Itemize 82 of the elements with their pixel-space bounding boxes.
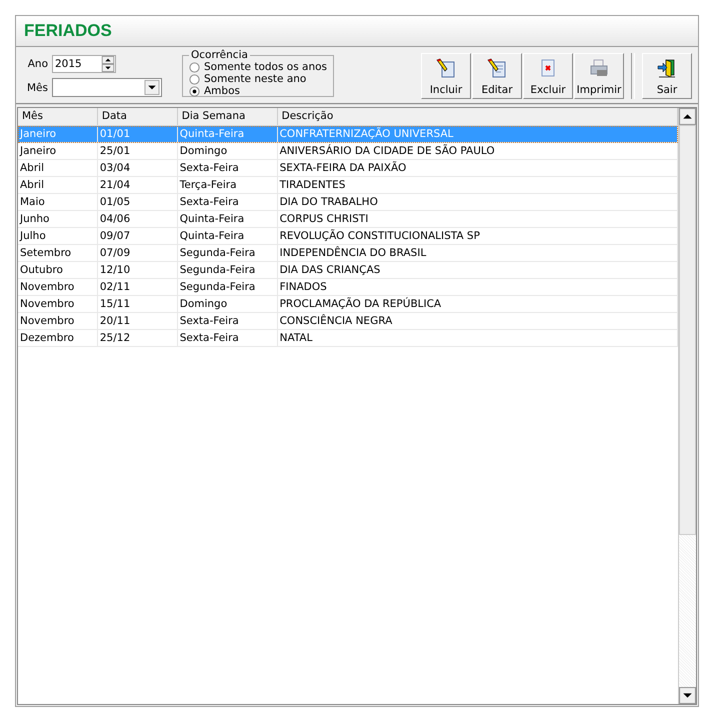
table-cell: 07/09 — [98, 245, 178, 261]
table-cell: Maio — [18, 194, 98, 210]
toolbar-button[interactable]: Excluir — [523, 53, 573, 99]
table-cell: Janeiro — [18, 143, 98, 159]
occurrence-legend: Ocorrência — [189, 49, 250, 61]
table-cell: 25/01 — [98, 143, 178, 159]
table-cell: CONFRATERNIZAÇÃO UNIVERSAL — [278, 126, 678, 142]
table-cell: Sexta-Feira — [178, 194, 278, 210]
table-cell: 12/10 — [98, 262, 178, 278]
table-cell: Setembro — [18, 245, 98, 261]
exit-door-icon — [657, 58, 677, 78]
table-cell: ANIVERSÁRIO DA CIDADE DE SÃO PAULO — [278, 143, 678, 159]
radio-option[interactable]: Ambos — [189, 85, 328, 97]
toolbar-button[interactable]: Incluir — [421, 53, 471, 99]
table-cell: Janeiro — [18, 126, 98, 142]
table-cell: Abril — [18, 177, 98, 193]
table-cell: Segunda-Feira — [178, 245, 278, 261]
table-cell: SEXTA-FEIRA DA PAIXÃO — [278, 160, 678, 176]
table-cell: Quinta-Feira — [178, 126, 278, 142]
table-cell: Domingo — [178, 296, 278, 312]
spin-up-icon[interactable] — [101, 56, 115, 64]
table-cell: Segunda-Feira — [178, 262, 278, 278]
table-cell: CONSCIÊNCIA NEGRA — [278, 313, 678, 329]
table-cell: Novembro — [18, 313, 98, 329]
table-cell: 09/07 — [98, 228, 178, 244]
table-cell: Domingo — [178, 143, 278, 159]
toolbar-button[interactable]: Imprimir — [574, 53, 624, 99]
table-cell: Julho — [18, 228, 98, 244]
radio-icon[interactable] — [189, 74, 200, 84]
table-cell: DIA DO TRABALHO — [278, 194, 678, 210]
table-cell: 02/11 — [98, 279, 178, 295]
table-cell: Sexta-Feira — [178, 330, 278, 346]
column-header[interactable]: Descrição — [278, 108, 678, 125]
pencil-document-icon — [487, 58, 507, 78]
table-cell: Outubro — [18, 262, 98, 278]
table-cell: Novembro — [18, 296, 98, 312]
year-label: Ano — [26, 58, 48, 70]
radio-option[interactable]: Somente todos os anos — [189, 61, 328, 73]
pencil-page-icon — [436, 58, 456, 78]
table-cell: Segunda-Feira — [178, 279, 278, 295]
column-header[interactable]: Data — [98, 108, 178, 125]
table-cell: 20/11 — [98, 313, 178, 329]
radio-icon[interactable] — [189, 86, 200, 96]
toolbar-button[interactable]: Sair — [642, 53, 692, 99]
scroll-down-icon[interactable] — [679, 687, 696, 704]
table-cell: CORPUS CHRISTI — [278, 211, 678, 227]
scrollbar[interactable] — [678, 108, 696, 704]
radio-option[interactable]: Somente neste ano — [189, 73, 328, 85]
table-cell: Terça-Feira — [178, 177, 278, 193]
table-cell: NATAL — [278, 330, 678, 346]
table-cell: 01/05 — [98, 194, 178, 210]
year-spin-field[interactable]: 2015 — [52, 55, 116, 73]
table-cell: PROCLAMAÇÃO DA REPÚBLICA — [278, 296, 678, 312]
table-cell: TIRADENTES — [278, 177, 678, 193]
printer-icon — [589, 58, 609, 78]
table-cell: Sexta-Feira — [178, 313, 278, 329]
table-cell: Novembro — [18, 279, 98, 295]
table-cell: Junho — [18, 211, 98, 227]
scroll-up-icon[interactable] — [679, 108, 696, 125]
table-cell: REVOLUÇÃO CONSTITUCIONALISTA SP — [278, 228, 678, 244]
table-cell: Quinta-Feira — [178, 211, 278, 227]
scroll-thumb[interactable] — [679, 125, 696, 535]
table-cell: INDEPENDÊNCIA DO BRASIL — [278, 245, 678, 261]
table-cell: DIA DAS CRIANÇAS — [278, 262, 678, 278]
toolbar-button[interactable]: Editar — [472, 53, 522, 99]
table-cell: Dezembro — [18, 330, 98, 346]
table-cell: 25/12 — [98, 330, 178, 346]
table-cell: Abril — [18, 160, 98, 176]
column-header[interactable]: Dia Semana — [178, 108, 278, 125]
table-cell: 04/06 — [98, 211, 178, 227]
spin-down-icon[interactable] — [101, 64, 115, 72]
table-cell: 21/04 — [98, 177, 178, 193]
window-title: FERIADOS — [24, 21, 112, 41]
radio-icon[interactable] — [189, 62, 200, 72]
table-cell: 03/04 — [98, 160, 178, 176]
table-cell: Sexta-Feira — [178, 160, 278, 176]
month-label: Mês — [26, 82, 48, 94]
table-cell: 15/11 — [98, 296, 178, 312]
column-header[interactable]: Mês — [18, 108, 98, 125]
table-cell: FINADOS — [278, 279, 678, 295]
table-cell: Quinta-Feira — [178, 228, 278, 244]
table-cell: 01/01 — [98, 126, 178, 142]
